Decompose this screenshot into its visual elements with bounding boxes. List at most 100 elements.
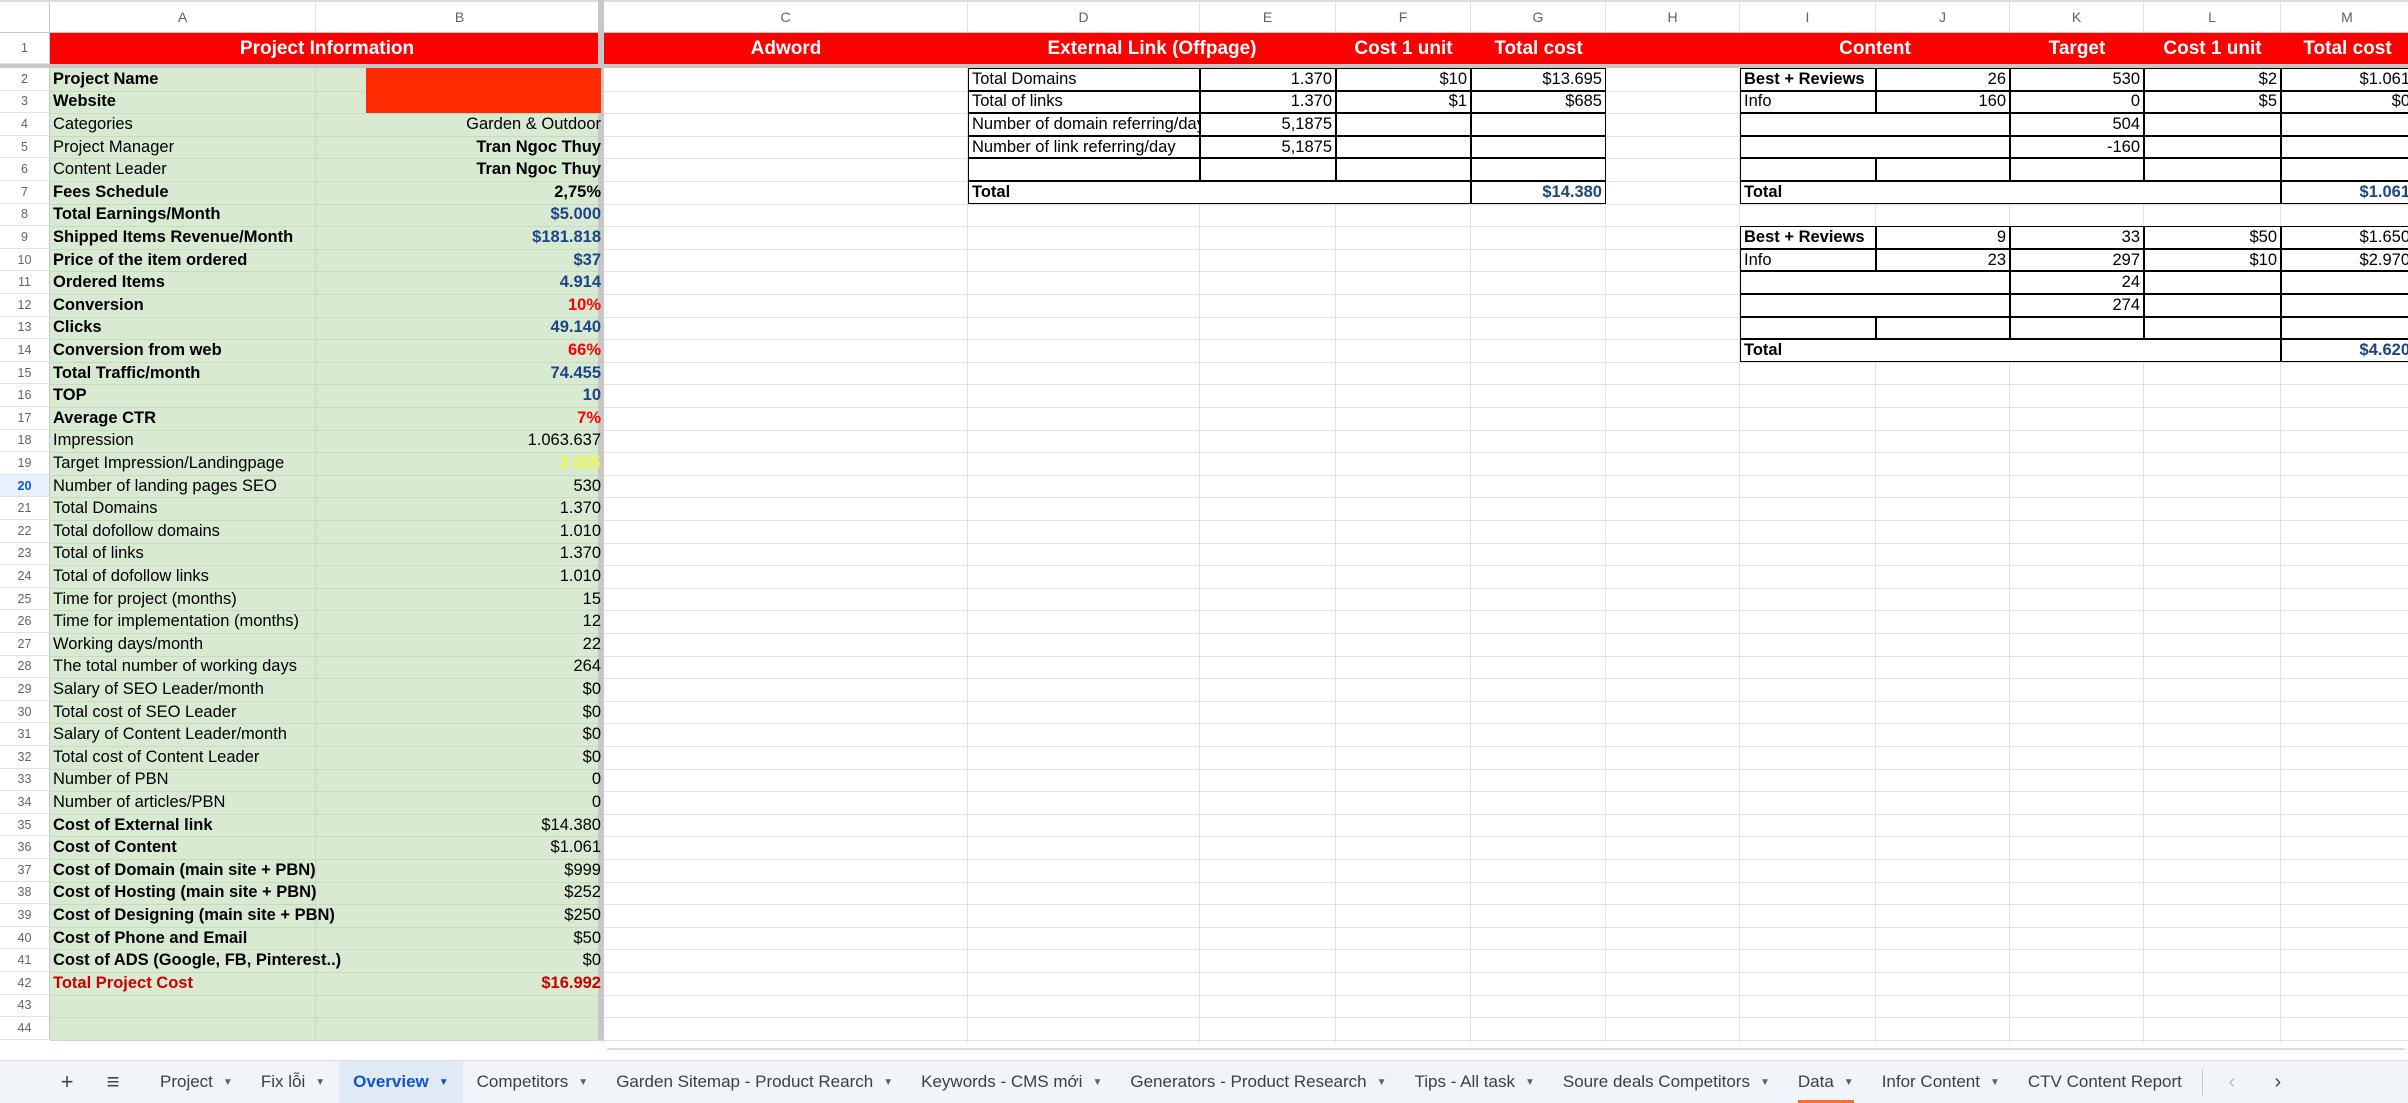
external-link-label[interactable]: Total Domains	[968, 68, 1200, 91]
content-unit-cost[interactable]	[2144, 294, 2281, 317]
project-info-value[interactable]: 1.010	[316, 520, 604, 543]
external-link-header[interactable]: External Link (Offpage)	[968, 33, 1336, 64]
sheet-tab[interactable]: Competitors ▼	[463, 1061, 603, 1103]
row-header-4[interactable]: 4	[0, 113, 50, 136]
row-header-33[interactable]: 33	[0, 768, 50, 792]
project-info-value[interactable]: 10	[316, 384, 604, 407]
content-target[interactable]: 33	[2010, 226, 2144, 249]
external-link-unit-cost[interactable]	[1336, 113, 1471, 136]
content-count[interactable]: 26	[1876, 68, 2010, 91]
content-merged-blank[interactable]	[1740, 271, 2010, 294]
content-target[interactable]: 0	[2010, 90, 2144, 114]
content-cost-unit-header[interactable]: Cost 1 unit	[2144, 33, 2281, 64]
project-info-value[interactable]: 4.914	[316, 271, 604, 294]
sheet-tab[interactable]: Soure deals Competitors ▼	[1549, 1061, 1784, 1103]
project-info-value[interactable]: 12	[316, 610, 604, 633]
frozen-row-divider[interactable]	[0, 64, 2408, 68]
sheet-tab[interactable]: Tips - All task ▼	[1401, 1061, 1549, 1103]
row-header-42[interactable]: 42	[0, 972, 50, 995]
external-link-total-label[interactable]: Total	[968, 181, 1471, 204]
external-link-total-cost[interactable]: $13.695	[1471, 68, 1606, 91]
external-link-total-cost[interactable]	[1471, 158, 1606, 181]
content-unit-cost[interactable]: $2	[2144, 68, 2281, 91]
row-header-36[interactable]: 36	[0, 836, 50, 859]
sheet-tab[interactable]: Data ▼	[1784, 1061, 1868, 1103]
column-header-f[interactable]: F	[1336, 2, 1471, 33]
content-total-cost[interactable]	[2281, 294, 2408, 317]
project-info-value[interactable]: 530	[316, 475, 604, 498]
project-info-value[interactable]: 1.010	[316, 565, 604, 588]
external-link-unit-cost[interactable]: $10	[1336, 68, 1471, 91]
external-link-qty[interactable]	[1200, 158, 1336, 181]
project-info-value[interactable]: $0	[316, 723, 604, 746]
project-info-value[interactable]: 66%	[316, 339, 604, 362]
column-header-h[interactable]: H	[1606, 2, 1740, 33]
project-information-header[interactable]: Project Information	[50, 33, 604, 64]
content-count[interactable]	[1876, 158, 2010, 181]
row-header-41[interactable]: 41	[0, 949, 50, 972]
content-count[interactable]: 9	[1876, 226, 2010, 249]
row-header-5[interactable]: 5	[0, 135, 50, 159]
content-total-cost[interactable]: $0	[2281, 90, 2408, 114]
sheet-tab[interactable]: Overview ▼	[339, 1060, 463, 1103]
content-unit-cost[interactable]	[2144, 135, 2281, 159]
project-info-value[interactable]: Tran Ngoc Thuy	[316, 158, 604, 181]
project-info-value[interactable]: $16.992	[316, 972, 604, 995]
external-total-cost-header[interactable]: Total cost	[1471, 33, 1606, 64]
content-unit-cost[interactable]	[2144, 113, 2281, 136]
project-info-value[interactable]: Garden & Outdoor	[316, 113, 604, 136]
external-link-label[interactable]: Number of link referring/day	[968, 135, 1200, 159]
row-header-23[interactable]: 23	[0, 542, 50, 566]
row-header-9[interactable]: 9	[0, 226, 50, 249]
content-merged-blank[interactable]	[1740, 135, 2010, 159]
content-total-value[interactable]: $1.061	[2281, 181, 2408, 204]
content-total-value[interactable]: $4.620	[2281, 339, 2408, 362]
content-unit-cost[interactable]	[2144, 316, 2281, 340]
row-header-10[interactable]: 10	[0, 248, 50, 272]
chevron-down-icon[interactable]: ▼	[1990, 1077, 2000, 1088]
content-total-cost[interactable]: $1.061	[2281, 68, 2408, 91]
column-header-m[interactable]: M	[2281, 2, 2408, 33]
row-header-13[interactable]: 13	[0, 316, 50, 340]
content-type-label[interactable]: Info	[1740, 90, 1876, 114]
project-info-value[interactable]: 2,75%	[316, 181, 604, 204]
project-info-value[interactable]: 0	[316, 791, 604, 814]
content-target[interactable]: 274	[2010, 294, 2144, 317]
row-header-29[interactable]: 29	[0, 678, 50, 701]
row-header-8[interactable]: 8	[0, 203, 50, 227]
column-header-c[interactable]: C	[604, 2, 968, 33]
project-info-value[interactable]: Tran Ngoc Thuy	[316, 136, 604, 159]
external-link-label[interactable]: Total of links	[968, 90, 1200, 114]
sheet-tab[interactable]: Keywords - CMS mới ▼	[907, 1061, 1116, 1103]
external-link-qty[interactable]: 1.370	[1200, 90, 1336, 114]
project-info-value[interactable]: $5.000	[316, 204, 604, 227]
content-type-label[interactable]	[1740, 316, 1876, 340]
content-total-cost[interactable]	[2281, 271, 2408, 294]
row-header-32[interactable]: 32	[0, 746, 50, 769]
row-header-19[interactable]: 19	[0, 452, 50, 475]
external-link-label[interactable]: Number of domain referring/day	[968, 113, 1200, 136]
row-header-15[interactable]: 15	[0, 361, 50, 385]
project-info-value[interactable]: $50	[316, 927, 604, 950]
column-header-l[interactable]: L	[2144, 2, 2281, 33]
row-header-30[interactable]: 30	[0, 700, 50, 724]
column-header-d[interactable]: D	[968, 2, 1200, 33]
row-header-3[interactable]: 3	[0, 90, 50, 114]
column-header-b[interactable]: B	[316, 2, 604, 33]
chevron-down-icon[interactable]: ▼	[578, 1077, 588, 1088]
scroll-tabs-left-icon[interactable]: ‹	[2209, 1061, 2255, 1103]
project-info-value[interactable]: $37	[316, 249, 604, 272]
external-link-qty[interactable]: 1.370	[1200, 68, 1336, 91]
empty-header-h[interactable]	[1606, 33, 1740, 64]
project-info-value[interactable]: $0	[316, 746, 604, 769]
content-type-label[interactable]: Best + Reviews	[1740, 68, 1876, 91]
content-type-label[interactable]	[1740, 158, 1876, 181]
row-header-39[interactable]: 39	[0, 904, 50, 927]
external-link-total-cost[interactable]	[1471, 135, 1606, 159]
horizontal-scrollbar[interactable]	[604, 1048, 2408, 1050]
content-total-cost[interactable]	[2281, 158, 2408, 181]
content-target[interactable]: 530	[2010, 68, 2144, 91]
project-info-value[interactable]: 15	[316, 588, 604, 611]
chevron-down-icon[interactable]: ▼	[223, 1077, 233, 1088]
all-sheets-menu-icon[interactable]: ≡	[90, 1061, 136, 1103]
